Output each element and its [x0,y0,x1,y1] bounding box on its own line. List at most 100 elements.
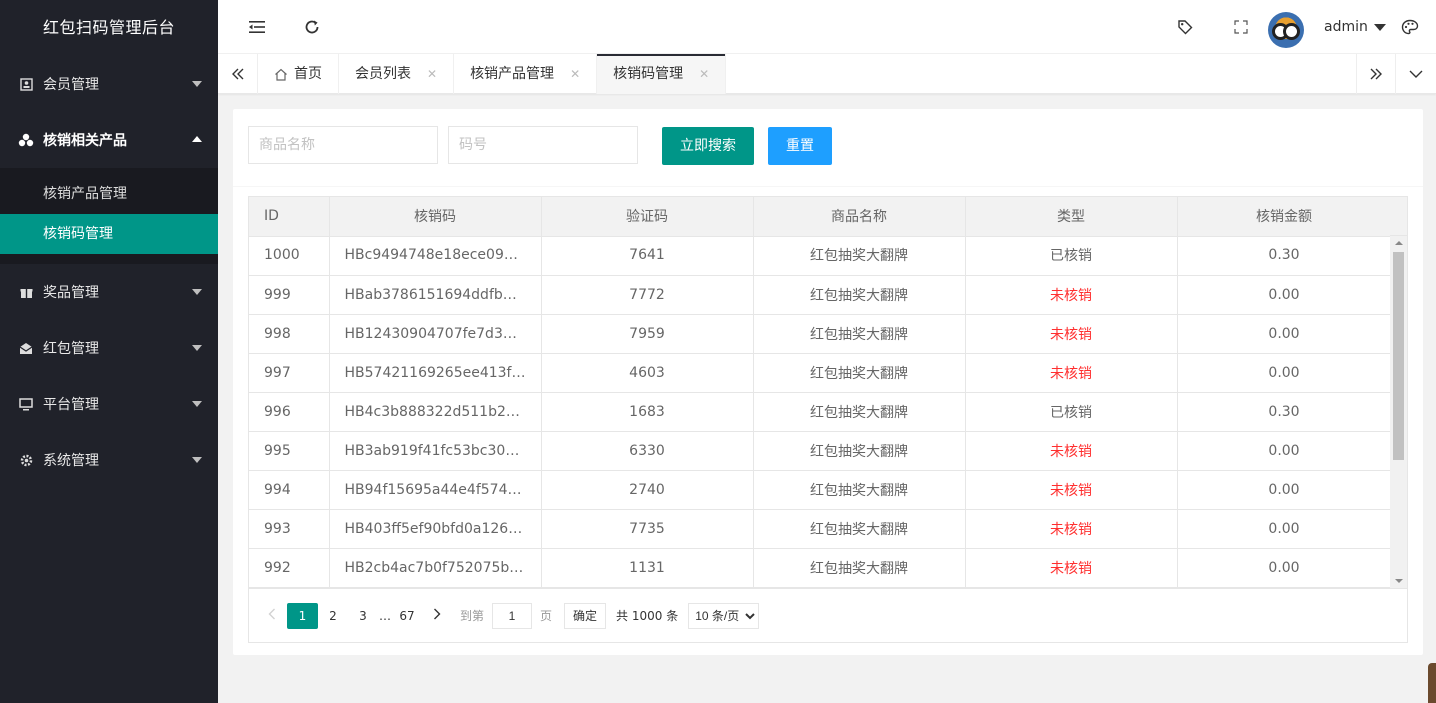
sidebar-subitem-1[interactable]: 核销码管理 [0,214,218,254]
column-header[interactable]: 商品名称 [753,197,966,237]
caret-down-icon [192,345,202,351]
table-row[interactable]: 997 HB57421169265ee413fba… 4603 红包抽奖大翻牌 未核销 0… [249,353,1391,393]
fullscreen-icon[interactable] [1231,17,1251,37]
product-name-input[interactable] [248,126,438,164]
page-numbers: 1 2 3… 67 [287,602,422,629]
tabs-bar: 首页 会员列表 ✕ 核销产品管理 ✕ 核销码管理 ✕ [218,54,1436,94]
sidebar-item-0[interactable]: 会员管理 [0,56,218,112]
cell-id: 998 [249,314,330,354]
avatar[interactable] [1268,12,1304,48]
cell-id: 996 [249,392,330,432]
tab-close-icon[interactable]: ✕ [570,54,580,94]
tab-0[interactable]: 首页 [258,54,339,94]
sidebar-item-1[interactable]: 核销相关产品 [0,112,218,168]
cell-verify: 7641 [541,236,754,276]
refresh-icon[interactable] [302,17,322,37]
column-header[interactable]: 类型 [965,197,1178,237]
scrollbar-thumb[interactable] [1393,252,1404,460]
column-header[interactable]: 核销码 [329,197,542,237]
user-menu[interactable]: admin [1324,19,1386,35]
envelope-open-icon [18,340,34,356]
sidebar-subitem-0[interactable]: 核销产品管理 [0,174,218,214]
app-logo-title[interactable]: 红包扫码管理后台 [0,0,218,56]
sidebar-item-label: 核销相关产品 [43,133,127,149]
cell-verify: 7959 [541,314,754,354]
tab-label: 会员列表 [355,66,411,82]
cell-product: 红包抽奖大翻牌 [753,548,966,588]
sidebar-item-2[interactable]: 奖品管理 [0,264,218,320]
table-body[interactable]: 1000 HBc9494748e18ece0974c… 7641 红包抽奖大翻牌 已核销… [249,236,1391,588]
tabs-list: 首页 会员列表 ✕ 核销产品管理 ✕ 核销码管理 ✕ [258,54,727,94]
tabs-more-chevron-down-icon[interactable] [1396,54,1436,94]
search-button[interactable]: 立即搜索 [662,127,754,165]
chevron-down-icon [1373,23,1386,31]
tab-3[interactable]: 核销码管理 ✕ [597,54,727,94]
header-scroll-gutter [1390,197,1407,236]
page-number[interactable]: 67 [392,603,422,629]
cell-amount: 0.00 [1177,353,1391,393]
scroll-down-icon[interactable] [1395,579,1403,583]
cell-verify: 7735 [541,509,754,549]
cell-product: 红包抽奖大翻牌 [753,275,966,315]
sidebar-nav: 会员管理核销相关产品核销产品管理 核销码管理奖品管理红包管理 平台管理系统管理 [0,56,218,488]
caret-down-icon [192,81,202,87]
table-scrollbar[interactable] [1390,236,1407,588]
column-header[interactable]: 核销金额 [1177,197,1392,237]
sidebar-submenu: 核销产品管理 核销码管理 [0,168,218,264]
page-ellipsis: … [379,608,391,623]
table-row[interactable]: 993 HB403ff5ef90bfd0a126f50… 7735 红包抽奖大翻牌 未核… [249,509,1391,549]
cell-verify: 1683 [541,392,754,432]
corner-decoration [1428,663,1436,703]
tabs-scroll-right-icon[interactable] [1356,54,1396,94]
table-row[interactable]: 1000 HBc9494748e18ece0974c… 7641 红包抽奖大翻牌 已核销… [249,236,1391,276]
palette-icon[interactable] [1400,17,1420,37]
table-row[interactable]: 994 HB94f15695a44e4f574bd… 2740 红包抽奖大翻牌 未核销 0… [249,470,1391,510]
sidebar-item-4[interactable]: 平台管理 [0,376,218,432]
content-card: 立即搜索 重置 ID核销码验证码商品名称类型核销金额 1000HBc949474… [233,109,1423,655]
cell-amount: 0.00 [1177,431,1391,471]
cell-id: 995 [249,431,330,471]
page-number[interactable]: 3 [348,603,378,629]
table-row[interactable]: 999 HBab3786151694ddfb199… 7772 红包抽奖大翻牌 未核销 0… [249,275,1391,315]
cell-type: 已核销 [965,236,1178,276]
tab-close-icon[interactable]: ✕ [699,54,709,94]
page-number[interactable]: 2 [318,603,348,629]
code-input[interactable] [448,126,638,164]
tabs-scroll-left-icon[interactable] [218,54,258,94]
table-row[interactable]: 992 HB2cb4ac7b0f752075bd4… 1131 红包抽奖大翻牌 未核销 0… [249,548,1391,588]
cell-product: 红包抽奖大翻牌 [753,353,966,393]
tab-1[interactable]: 会员列表 ✕ [339,54,455,94]
sidebar-item-label: 系统管理 [43,453,99,469]
page-number[interactable]: 1 [287,602,318,629]
cell-type: 未核销 [965,548,1178,588]
column-header[interactable]: 验证码 [541,197,754,237]
cell-product: 红包抽奖大翻牌 [753,509,966,549]
tab-label: 首页 [294,66,322,82]
table-row[interactable]: 996 HB4c3b888322d511b266c… 1683 红包抽奖大翻牌 已核销 0… [249,392,1391,432]
page-unit-label: 页 [540,609,553,623]
reset-button[interactable]: 重置 [768,127,832,165]
sidebar-item-3[interactable]: 红包管理 [0,320,218,376]
cell-type: 未核销 [965,275,1178,315]
tab-label: 核销产品管理 [470,66,555,82]
cell-amount: 0.00 [1177,470,1391,510]
goto-confirm-button[interactable]: 确定 [564,602,607,629]
caret-up-icon [192,136,202,142]
column-header[interactable]: ID [249,197,330,237]
tab-close-icon[interactable]: ✕ [427,54,437,94]
scroll-up-icon[interactable] [1395,241,1403,245]
sidebar-item-5[interactable]: 系统管理 [0,432,218,488]
tag-icon[interactable] [1175,17,1195,37]
goto-page-input[interactable] [492,602,533,629]
sidebar-item-label: 奖品管理 [43,285,99,301]
table-row[interactable]: 995 HB3ab919f41fc53bc30089… 6330 红包抽奖大翻牌 未核销… [249,431,1391,471]
goto-label: 到第 [460,609,485,623]
cell-code: HBab3786151694ddfb199… [329,275,542,315]
tab-2[interactable]: 核销产品管理 ✕ [454,54,598,94]
menu-fold-icon[interactable] [247,17,267,37]
next-page-chevron-right-icon[interactable] [422,603,452,629]
prev-page-chevron-left-icon[interactable] [257,603,287,629]
cell-code: HB94f15695a44e4f574bd… [329,470,542,510]
table-row[interactable]: 998 HB12430904707fe7d33a4… 7959 红包抽奖大翻牌 未核销 0… [249,314,1391,354]
page-size-select[interactable]: 10 条/页 [688,602,760,629]
